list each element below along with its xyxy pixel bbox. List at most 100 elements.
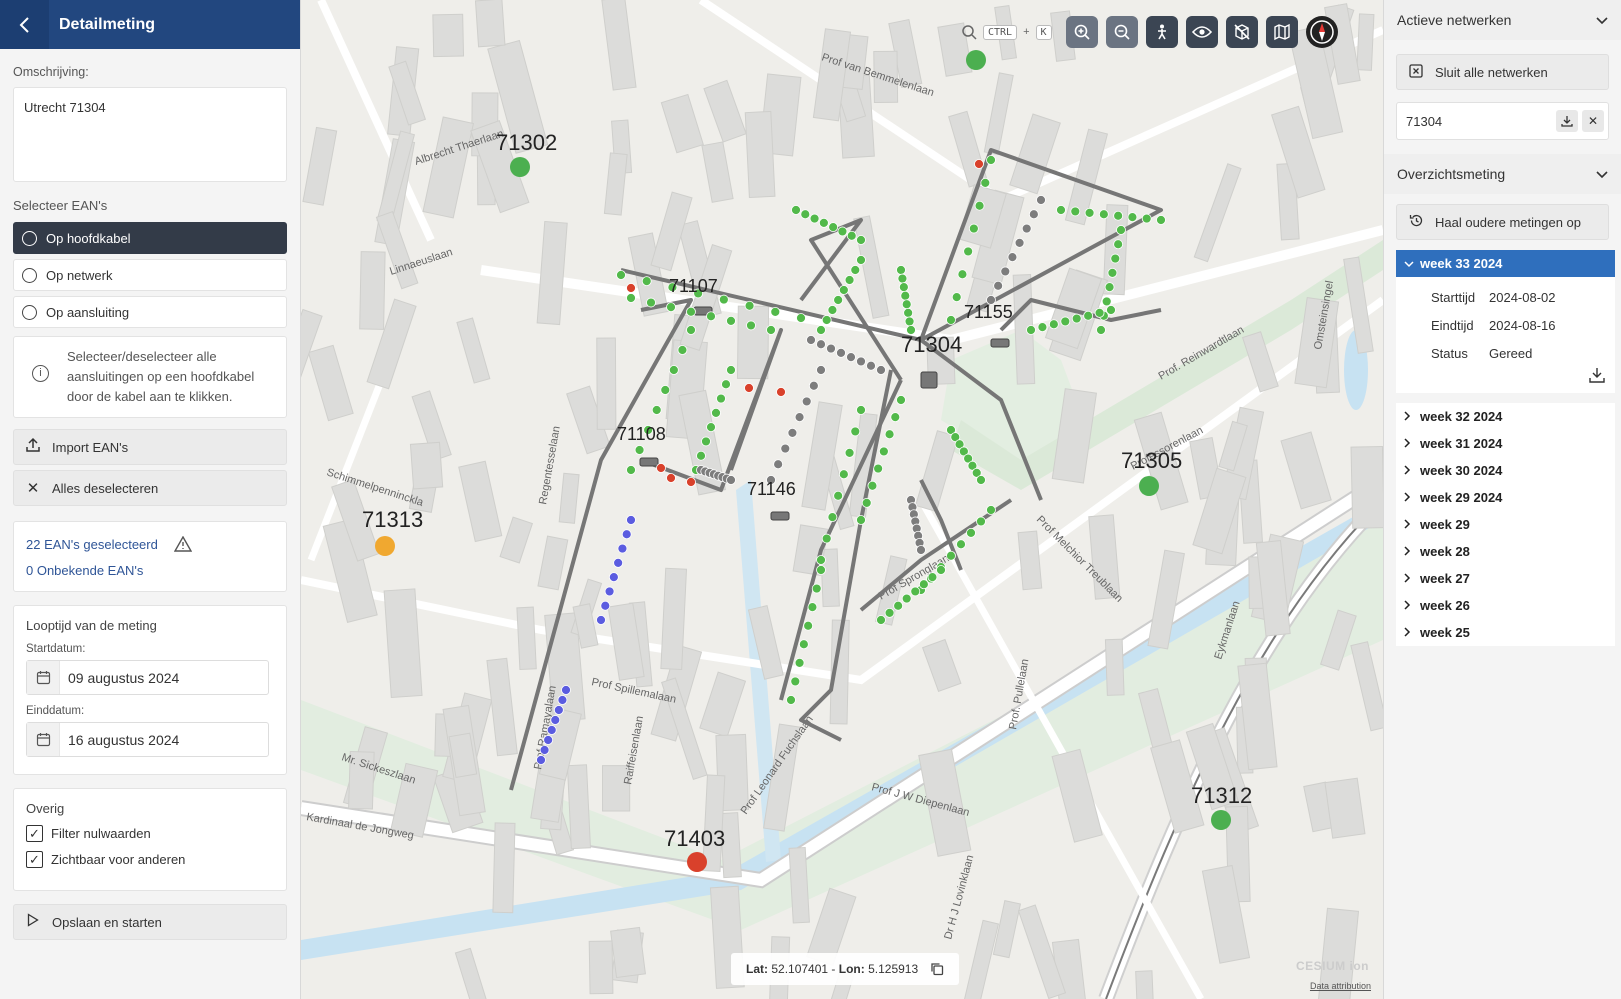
connection-point[interactable] bbox=[1000, 266, 1011, 277]
connection-point[interactable] bbox=[1107, 267, 1118, 278]
zoom-in-button[interactable] bbox=[1065, 16, 1098, 48]
connection-point[interactable] bbox=[963, 246, 974, 257]
connection-point[interactable] bbox=[816, 565, 826, 575]
connection-point[interactable] bbox=[809, 213, 820, 224]
connection-point-alert[interactable] bbox=[656, 463, 666, 473]
download-icon[interactable] bbox=[1589, 367, 1605, 383]
3d-toggle-button[interactable] bbox=[1225, 16, 1258, 48]
connection-point[interactable] bbox=[838, 285, 849, 295]
connection-point[interactable] bbox=[946, 550, 956, 561]
download-icon[interactable] bbox=[1556, 110, 1578, 132]
connection-point[interactable] bbox=[770, 306, 781, 317]
connection-point[interactable] bbox=[846, 352, 856, 363]
connection-point[interactable] bbox=[878, 446, 889, 457]
zoom-out-button[interactable] bbox=[1105, 16, 1138, 48]
connection-point[interactable] bbox=[726, 365, 736, 375]
connection-point[interactable] bbox=[986, 505, 996, 515]
transformer-main[interactable] bbox=[920, 371, 938, 389]
connection-point[interactable] bbox=[918, 579, 929, 590]
connection-point[interactable] bbox=[833, 490, 844, 501]
connection-point[interactable] bbox=[666, 302, 676, 313]
week-item[interactable]: week 31 2024 bbox=[1396, 430, 1615, 457]
week-item[interactable]: week 25 bbox=[1396, 619, 1615, 646]
connection-point[interactable] bbox=[726, 475, 736, 485]
connection-point[interactable] bbox=[626, 465, 636, 475]
station-marker[interactable] bbox=[1139, 476, 1159, 496]
connection-point[interactable] bbox=[701, 436, 711, 447]
connection-point[interactable] bbox=[1036, 195, 1046, 205]
connection-point[interactable] bbox=[617, 543, 628, 554]
connection-point[interactable] bbox=[773, 459, 784, 470]
connection-point[interactable] bbox=[796, 313, 806, 323]
connection-point[interactable] bbox=[780, 443, 791, 454]
connection-point[interactable] bbox=[1048, 319, 1059, 330]
connection-point[interactable] bbox=[711, 407, 721, 418]
connection-point[interactable] bbox=[1070, 206, 1081, 217]
connection-point[interactable] bbox=[821, 315, 832, 325]
connection-point[interactable] bbox=[827, 512, 838, 523]
connection-point[interactable] bbox=[811, 583, 822, 594]
connection-point[interactable] bbox=[897, 273, 908, 284]
description-textarea[interactable]: Utrecht 71304 bbox=[13, 87, 287, 182]
pedestrian-button[interactable] bbox=[1145, 16, 1178, 48]
connection-point[interactable] bbox=[833, 295, 844, 305]
connection-point[interactable] bbox=[1037, 322, 1048, 333]
connection-point[interactable] bbox=[1116, 225, 1126, 235]
connection-point[interactable] bbox=[660, 385, 671, 395]
back-button[interactable] bbox=[0, 0, 49, 49]
connection-point[interactable] bbox=[1110, 253, 1121, 264]
connection-point[interactable] bbox=[1007, 252, 1018, 263]
copy-icon[interactable] bbox=[930, 962, 944, 976]
connection-point[interactable] bbox=[856, 235, 866, 245]
connection-point[interactable] bbox=[818, 217, 829, 228]
connection-point[interactable] bbox=[696, 450, 706, 461]
connection-point[interactable] bbox=[626, 515, 636, 525]
connection-point[interactable] bbox=[846, 230, 857, 241]
connection-point[interactable] bbox=[976, 516, 986, 527]
connection-point[interactable] bbox=[1098, 209, 1109, 220]
transformer[interactable] bbox=[770, 511, 790, 521]
connection-point[interactable] bbox=[651, 405, 662, 415]
connection-point[interactable] bbox=[557, 695, 568, 705]
connection-point[interactable] bbox=[936, 565, 946, 575]
connection-point[interactable] bbox=[794, 412, 805, 423]
connection-point[interactable] bbox=[957, 269, 968, 280]
connection-point[interactable] bbox=[993, 280, 1004, 291]
connection-point[interactable] bbox=[838, 469, 849, 480]
connection-point[interactable] bbox=[976, 475, 986, 485]
week-item-open[interactable]: week 33 2024 bbox=[1396, 250, 1615, 277]
radio-netwerk[interactable]: Op netwerk bbox=[13, 259, 287, 291]
visible-others-checkbox[interactable]: ✓ Zichtbaar voor anderen bbox=[26, 851, 274, 868]
connection-point[interactable] bbox=[807, 602, 818, 613]
connection-point[interactable] bbox=[816, 325, 826, 335]
connection-point[interactable] bbox=[856, 356, 866, 367]
data-attribution-link[interactable]: Data attribution bbox=[1310, 981, 1371, 991]
connection-point[interactable] bbox=[600, 600, 611, 611]
connection-point[interactable] bbox=[856, 255, 866, 265]
week-item[interactable]: week 28 bbox=[1396, 538, 1615, 565]
connection-point[interactable] bbox=[546, 725, 557, 735]
transformer[interactable] bbox=[990, 338, 1010, 348]
overview-header[interactable]: Overzichtsmeting bbox=[1384, 154, 1621, 194]
connection-point-alert[interactable] bbox=[666, 473, 676, 483]
connection-point[interactable] bbox=[910, 586, 921, 597]
connection-point[interactable] bbox=[1113, 239, 1124, 250]
close-icon[interactable]: ✕ bbox=[1582, 110, 1604, 132]
save-start-button[interactable]: Opslaan en starten bbox=[13, 904, 287, 940]
connection-point[interactable] bbox=[856, 515, 866, 525]
connection-point[interactable] bbox=[826, 343, 836, 354]
connection-point[interactable] bbox=[1084, 207, 1095, 218]
connection-point[interactable] bbox=[536, 755, 546, 765]
connection-point[interactable] bbox=[1141, 213, 1152, 224]
basemap-button[interactable] bbox=[1265, 16, 1298, 48]
transformer[interactable] bbox=[639, 457, 659, 467]
connection-point[interactable] bbox=[844, 447, 855, 458]
week-item[interactable]: week 29 bbox=[1396, 511, 1615, 538]
connection-point[interactable] bbox=[543, 735, 554, 745]
connection-point[interactable] bbox=[1096, 325, 1106, 335]
end-date-input[interactable]: 16 augustus 2024 bbox=[26, 722, 269, 757]
connection-point[interactable] bbox=[816, 339, 826, 350]
connection-point[interactable] bbox=[968, 223, 979, 234]
connection-point[interactable] bbox=[798, 639, 809, 650]
fetch-older-button[interactable]: Haal oudere metingen op bbox=[1396, 204, 1609, 240]
